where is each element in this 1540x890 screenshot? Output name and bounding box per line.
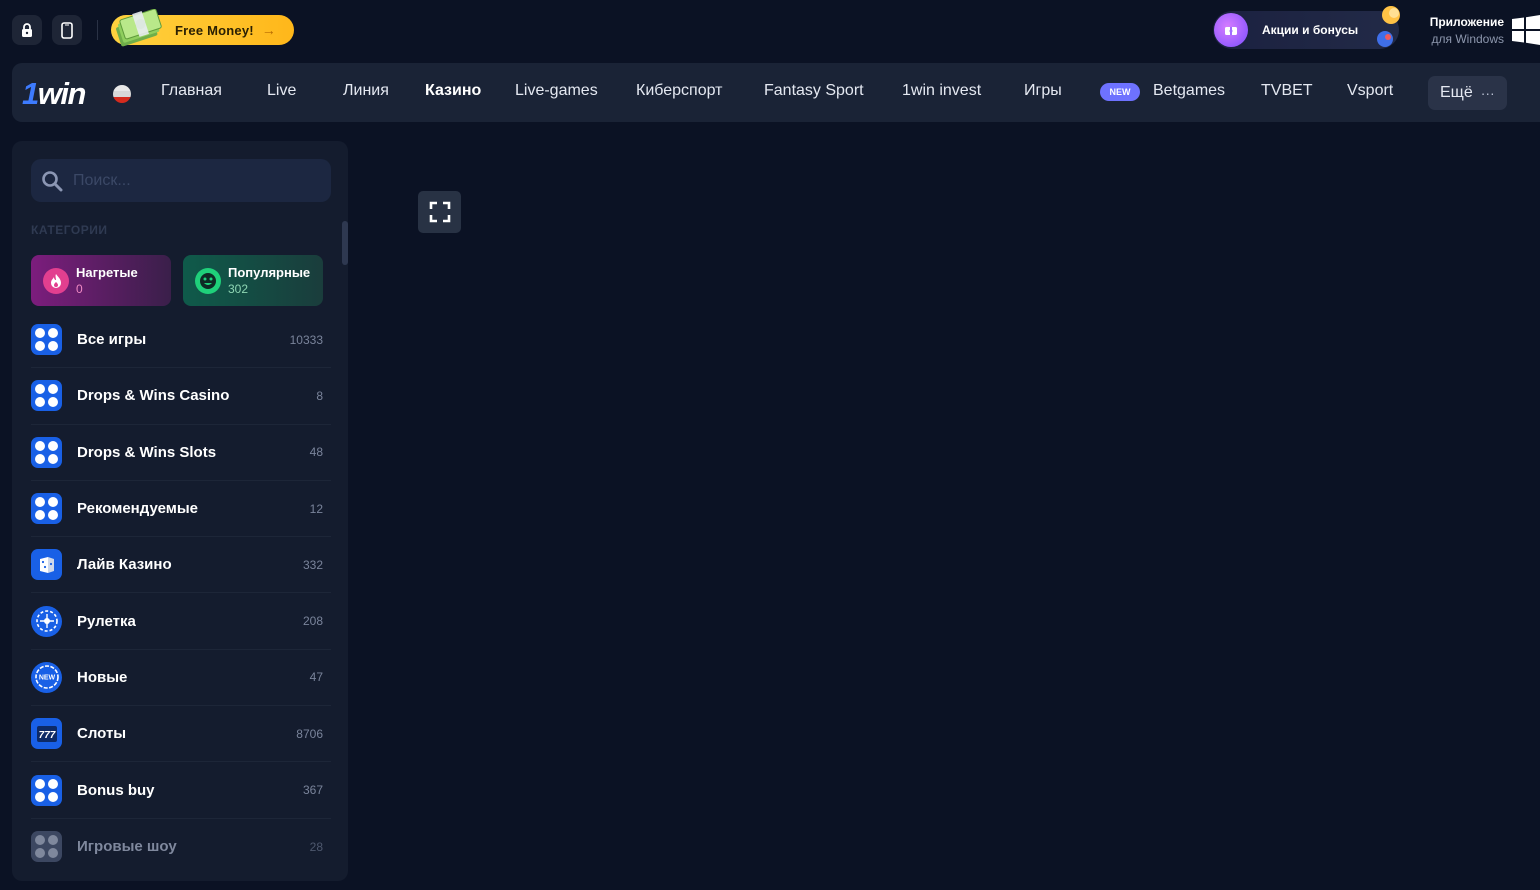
casino-sidebar: КАТЕГОРИИ Нагретые 0 Популярные 302 Все … [12,141,348,881]
chip-popular[interactable]: Популярные 302 [183,255,323,306]
category-roulette[interactable]: Рулетка 208 [31,593,331,650]
ellipsis-icon: ··· [1480,85,1495,101]
fullscreen-button[interactable] [418,191,461,233]
lock-icon [22,23,32,37]
search-box [31,159,331,202]
free-money-button[interactable]: Free Money! → [111,9,294,47]
grid-icon [31,831,62,863]
category-recommended[interactable]: Рекомендуемые 12 [31,481,331,538]
category-list: Все игры 10333 Drops & Wins Casino 8 Dro… [31,312,331,875]
app-title: Приложение [1429,15,1504,29]
smiley-icon [195,267,221,294]
category-count: 10333 [289,332,323,347]
top-utility-bar: Free Money! → Акции и бонусы Приложение … [0,0,1540,62]
chip-hot[interactable]: Нагретые 0 [31,255,171,306]
category-all-games[interactable]: Все игры 10333 [31,312,331,369]
nav-item-home[interactable]: Главная [161,82,222,100]
main-nav: 1win Главная Live Линия Казино Live-game… [12,63,1540,122]
category-name: Игровые шоу [77,838,177,856]
windows-app-link[interactable]: Приложение для Windows [1410,12,1540,52]
category-name: Drops & Wins Casino [77,387,230,405]
flag-icon[interactable] [113,85,131,103]
mobile-app-button[interactable] [52,15,82,45]
nav-item-live[interactable]: Live [267,82,296,100]
new-badge: NEW [1100,83,1140,101]
flame-icon [43,267,69,294]
chip-hot-name: Нагретые [76,265,138,280]
nav-item-fantasy-sport[interactable]: Fantasy Sport [764,82,864,100]
svg-text:777: 777 [38,730,55,741]
category-name: Слоты [77,725,127,743]
nav-item-live-games[interactable]: Live-games [515,82,598,100]
fullscreen-icon [429,201,450,223]
category-bonus-buy[interactable]: Bonus buy 367 [31,762,331,819]
windows-icon [1512,15,1540,45]
logo-1win[interactable]: 1win [22,76,86,112]
category-name: Drops & Wins Slots [77,443,217,461]
category-drops-wins-slots[interactable]: Drops & Wins Slots 48 [31,425,331,481]
category-game-shows[interactable]: Игровые шоу 28 [31,819,331,875]
grid-icon [31,380,62,412]
balloons-icon [1377,6,1400,47]
promotions-label: Акции и бонусы [1262,23,1359,37]
grid-icon [31,324,62,356]
category-count: 8706 [296,726,323,741]
more-label: Ещё [1440,84,1473,101]
category-name: Bonus buy [77,781,155,799]
nav-item-games[interactable]: Игры [1024,82,1062,100]
slot-777-icon: 777 [31,718,62,750]
grid-icon [31,774,62,806]
chip-popular-name: Популярные [228,265,311,280]
category-count: 47 [309,670,323,685]
category-count: 12 [309,501,323,516]
grid-icon [31,493,62,525]
category-count: 8 [316,388,323,403]
nav-item-esports[interactable]: Киберспорт [636,82,722,100]
promotions-button[interactable]: Акции и бонусы [1213,6,1400,49]
cash-stack-icon [116,9,162,47]
arrow-right-icon: → [261,22,276,38]
gift-icon [1214,13,1248,47]
category-count: 48 [309,445,323,460]
categories-heading: КАТЕГОРИИ [31,223,108,237]
category-count: 28 [309,839,323,854]
chip-hot-count: 0 [76,282,83,296]
category-drops-wins-casino[interactable]: Drops & Wins Casino 8 [31,368,331,425]
nav-item-line[interactable]: Линия [343,82,389,100]
grid-icon [31,436,62,468]
chip-popular-count: 302 [228,282,249,296]
category-name: Все игры [77,331,147,349]
category-new[interactable]: NEW Новые 47 [31,650,331,707]
svg-text:NEW: NEW [38,675,55,682]
search-icon [42,170,63,191]
sidebar-scrollbar[interactable] [342,221,348,265]
divider [97,20,98,40]
new-badge-icon: NEW [31,661,62,693]
app-subtitle: для Windows [1431,32,1504,46]
nav-item-betgames[interactable]: Betgames [1153,82,1225,100]
category-count: 332 [302,557,323,572]
search-input[interactable] [73,171,313,190]
nav-item-casino[interactable]: Казино [425,82,481,100]
category-slots[interactable]: 777 Слоты 8706 [31,706,331,763]
roulette-icon [31,605,62,637]
category-name: Новые [77,668,128,686]
nav-item-vsport[interactable]: Vsport [1347,82,1393,100]
category-name: Рекомендуемые [77,500,198,518]
category-name: Рулетка [77,612,136,630]
free-money-label: Free Money! [175,22,254,38]
phone-icon [61,21,73,39]
category-name: Лайв Казино [77,556,172,574]
more-menu-button[interactable]: Ещё ··· [1428,76,1507,110]
category-live-casino[interactable]: Лайв Казино 332 [31,537,331,594]
nav-item-tvbet[interactable]: TVBET [1261,82,1313,100]
dice-icon [31,549,62,581]
nav-item-1win-invest[interactable]: 1win invest [902,82,981,100]
category-count: 208 [302,614,323,629]
lock-button[interactable] [12,15,42,45]
category-count: 367 [302,783,323,798]
